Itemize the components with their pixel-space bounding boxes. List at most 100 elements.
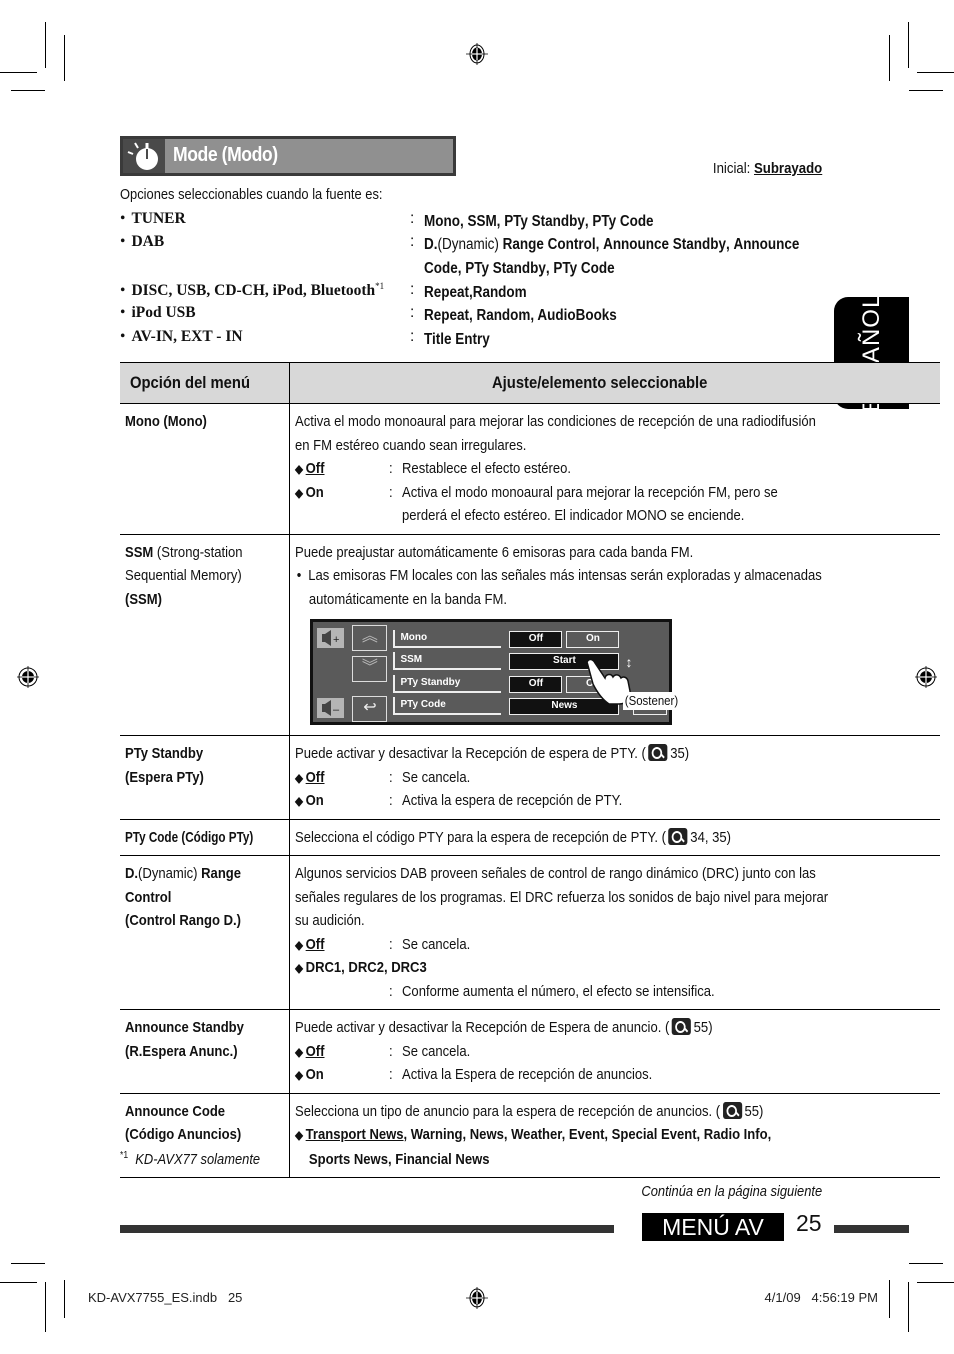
option-off: ◆ Off: Restablece el efecto estéreo. [295, 460, 572, 477]
crop-mark [11, 1263, 45, 1264]
table-header-row: Opción del menú Ajuste/elemento seleccio… [120, 362, 941, 404]
table-row: Mono (Mono) Activa el modo monoaural par… [120, 403, 941, 535]
option-off: ◆ Off: Se cancela. [295, 1042, 471, 1060]
menu-item-dynamic-range-control: D.(Dynamic) Range Control (Control Rango … [120, 855, 291, 1010]
screen-pty-off: Off [509, 676, 563, 693]
crop-mark [917, 72, 954, 73]
page-reference-icon [648, 744, 669, 761]
crop-mark [909, 90, 943, 91]
ssm-screen-illustration: + – ︽ ︾ ↩ Mono SSM PTy Standby PTy Code … [310, 619, 681, 725]
source-options: Title Entry [424, 331, 490, 348]
crop-mark [889, 35, 890, 81]
intro-text: Opciones seleccionables cuando la fuente… [120, 186, 383, 203]
menu-item-announce-code-description: Selecciona un tipo de anuncio para la es… [289, 1093, 941, 1178]
menu-item-pty-code: PTy Code (Código PTy) [120, 819, 291, 856]
page-reference-icon [672, 1018, 692, 1035]
title-main: Mode [173, 144, 218, 166]
option-on-continued: perderá el efecto estéreo. El indicador … [402, 507, 745, 524]
print-slug-file: KD-AVX7755_ES.indb 25 [88, 1290, 243, 1305]
crop-mark [908, 1282, 909, 1332]
menu-item-pty-standby-description: Puede activar y desactivar la Recepción … [289, 735, 941, 820]
crop-mark [45, 22, 46, 68]
table-row: PTy Code (Código PTy) Selecciona el códi… [120, 819, 941, 856]
source-row: • TUNER: Mono, SSM, PTy Standby, PTy Code [120, 210, 820, 234]
title-sub: (Modo) [221, 144, 278, 166]
svg-text:–: – [333, 704, 340, 716]
source-row: • iPod USB: Repeat, Random, AudioBooks [120, 304, 820, 328]
source-options: D.(Dynamic) Range Control, Announce Stan… [424, 236, 800, 277]
table-row: SSM (Strong-station Sequential Memory) (S… [120, 534, 941, 736]
source-name: • DAB [120, 233, 165, 250]
section-banner: Mode (Modo) [120, 136, 456, 176]
separator: : [410, 281, 415, 298]
screen-mono-off: Off [509, 631, 563, 648]
table-row: PTy Standby (Espera PTy) Puede activar y … [120, 735, 941, 820]
crop-mark [64, 1280, 65, 1318]
menu-item-dynamic-range-control-description: Algunos servicios DAB proveen señales de… [289, 855, 941, 1010]
footer-bar-left [120, 1225, 614, 1233]
page-reference-icon [723, 1101, 743, 1119]
volume-up-button: + [317, 628, 345, 648]
crop-mark [45, 1282, 46, 1332]
initial-default-note: Inicial: Subrayado [713, 160, 822, 177]
option-drc: ◆ DRC1, DRC2, DRC3 [295, 959, 428, 976]
section-title: Mode (Modo) [173, 144, 278, 167]
source-options: Mono, SSM, PTy Standby, PTy Code [424, 213, 654, 230]
screen-mono-on: On [566, 631, 620, 648]
initial-value: Subrayado [753, 160, 822, 177]
svg-text:+: + [333, 634, 339, 646]
source-options: Repeat,Random [424, 284, 527, 301]
separator: : [410, 304, 415, 321]
option-on: ◆ On: Activa la Espera de recepción de anu… [295, 1066, 653, 1083]
continue-note: Continúa en la página siguiente [641, 1183, 822, 1200]
menu-item-mono-description: Activa el modo monoaural para mejorar la… [289, 403, 941, 535]
page-reference-icon [668, 827, 689, 845]
crop-mark [889, 1280, 890, 1318]
source-name: • iPod USB [120, 304, 196, 321]
source-name: • DISC, USB, CD-CH, iPod, Bluetooth*1 [120, 281, 385, 300]
menu-item-mono: Mono (Mono) [120, 403, 291, 535]
crop-mark [909, 1263, 943, 1264]
section-tab: MENÚ AV [642, 1213, 784, 1241]
table-row: Announce Standby (R.Espera Anunc.) Puede … [120, 1009, 941, 1094]
screen-label-ssm: SSM [393, 652, 502, 670]
scroll-up-icon: ︽ [352, 625, 388, 651]
footer-bar-right [834, 1225, 909, 1233]
menu-options-table: Opción del menú Ajuste/elemento seleccio… [120, 362, 941, 1178]
option-off: ◆ Off: Se cancela. [295, 935, 471, 953]
registration-mark-icon [17, 666, 39, 688]
source-row: • DISC, USB, CD-CH, iPod, Bluetooth*1: Rep… [120, 281, 820, 305]
crop-mark [11, 90, 45, 91]
footnote: *1 KD-AVX77 solamente [120, 1150, 261, 1168]
screen-label-pty-standby: PTy Standby [393, 675, 502, 693]
option-off: ◆ Off: Se cancela. [295, 768, 471, 786]
column-header-menu-option: Opción del menú [120, 362, 291, 404]
menu-item-ssm: SSM (Strong-station Sequential Memory) (S… [120, 534, 291, 736]
crop-mark [64, 35, 65, 81]
screen-label-pty-code: PTy Code [393, 697, 502, 715]
registration-mark-icon [466, 1287, 488, 1309]
source-name: • AV-IN, EXT - IN [120, 328, 243, 345]
menu-item-pty-code-description: Selecciona el código PTY para la espera … [289, 819, 941, 856]
back-arrow-icon: ↩ [352, 696, 388, 722]
crop-mark [917, 1282, 954, 1283]
scroll-down-icon: ︾ [352, 656, 388, 682]
separator: : [410, 210, 415, 227]
source-options: Repeat, Random, AudioBooks [424, 307, 617, 324]
column-header-setting: Ajuste/elemento seleccionable [289, 362, 941, 404]
source-row: • DAB: D.(Dynamic) Range Control, Announce… [120, 233, 820, 277]
menu-item-pty-standby: PTy Standby (Espera PTy) [120, 735, 291, 820]
menu-item-announce-standby-description: Puede activar y desactivar la Recepción … [289, 1009, 941, 1094]
source-row: • AV-IN, EXT - IN: Title Entry [120, 328, 820, 352]
table-row: D.(Dynamic) Range Control (Control Rango … [120, 855, 941, 1010]
option-on: ◆ On: Activa el modo monoaural para mejora… [295, 483, 779, 501]
menu-item-ssm-description: Puede preajustar automáticamente 6 emiso… [289, 534, 941, 736]
crop-mark [0, 1282, 37, 1283]
crop-mark [0, 72, 37, 73]
option-on: ◆ On: Activa la espera de recepción de PTY… [295, 792, 623, 809]
print-slug-datetime: 4/1/09 4:56:19 PM [764, 1290, 878, 1305]
crop-mark [908, 22, 909, 68]
registration-mark-icon [466, 43, 488, 65]
initial-label: Inicial: [712, 160, 751, 177]
separator: : [410, 328, 415, 345]
